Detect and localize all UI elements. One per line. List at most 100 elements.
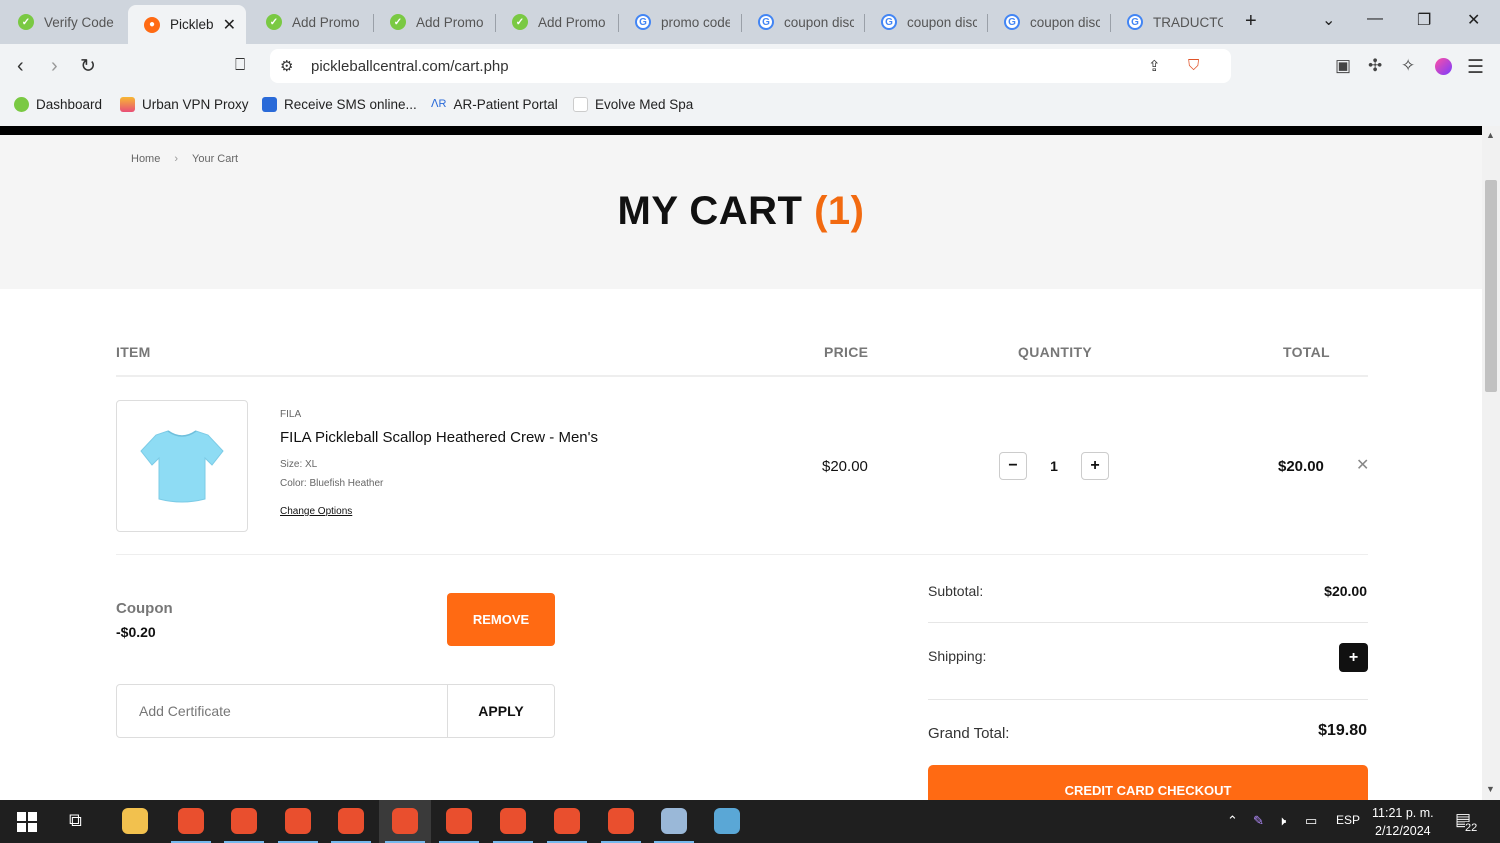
brave-profile-2-icon[interactable] xyxy=(231,808,257,834)
ar-portal-icon: ᐱR xyxy=(431,98,447,110)
bookmark-label: Evolve Med Spa xyxy=(595,97,694,112)
tab-traductor[interactable]: G TRADUCTOR xyxy=(1111,5,1233,39)
clock-date: 2/12/2024 xyxy=(1375,824,1431,838)
back-icon[interactable]: ‹ xyxy=(17,55,24,78)
breadcrumb-chevron-icon: › xyxy=(174,153,179,165)
brave-shield-icon[interactable]: ⛉ xyxy=(1188,57,1199,74)
extension-robot-icon[interactable]: ▣ xyxy=(1335,56,1351,76)
tab-title: Add Promo xyxy=(292,14,360,30)
system-clock[interactable]: 11:21 p. m. 2/12/2024 xyxy=(1372,804,1434,840)
tab-coupon-disc-2[interactable]: G coupon disc xyxy=(865,5,987,39)
bookmarks-bar: Dashboard Urban VPN Proxy Receive SMS on… xyxy=(0,90,1500,126)
file-explorer-icon[interactable] xyxy=(122,808,148,834)
tab-favicon-icon: ✓ xyxy=(512,14,528,30)
menu-icon[interactable]: ☰ xyxy=(1467,56,1484,79)
tab-title: Verify Code xyxy=(44,14,114,30)
remove-item-icon[interactable]: ✕ xyxy=(1356,455,1369,475)
reload-icon[interactable]: ↻ xyxy=(80,55,96,78)
speaker-muted-icon[interactable]: 🕨 xyxy=(1278,813,1286,829)
scroll-down-icon[interactable]: ▼ xyxy=(1486,784,1495,794)
windows-start-icon[interactable] xyxy=(17,812,37,832)
browser-toolbar: ‹ › ↻ ⎕ ⚙ pickleballcentral.com/cart.php… xyxy=(0,44,1500,90)
input-language[interactable]: ESP xyxy=(1336,813,1360,827)
forward-icon[interactable]: › xyxy=(51,55,58,78)
site-info-icon[interactable]: ⚙ xyxy=(280,57,293,75)
tab-add-promo-3[interactable]: ✓ Add Promo xyxy=(496,5,618,39)
cart-count: (1) xyxy=(814,189,865,233)
brave-profile-1-icon[interactable] xyxy=(178,808,204,834)
item-price: $20.00 xyxy=(822,458,868,475)
close-window-icon[interactable]: ✕ xyxy=(1467,10,1480,30)
pickleball-favicon-icon: ● xyxy=(144,16,160,33)
certificate-input[interactable] xyxy=(117,685,447,737)
tab-coupon-disc-3[interactable]: G coupon disc xyxy=(988,5,1110,39)
bookmark-receive-sms[interactable]: Receive SMS online... xyxy=(262,97,417,112)
contacts-app-icon[interactable] xyxy=(661,808,687,834)
tab-search-chevron-icon[interactable]: ⌄ xyxy=(1322,10,1335,30)
product-image[interactable] xyxy=(116,400,248,532)
remove-coupon-button[interactable]: REMOVE xyxy=(447,593,555,646)
google-favicon-icon: G xyxy=(758,14,774,30)
tab-add-promo-1[interactable]: ✓ Add Promo xyxy=(250,5,372,39)
subtotal-value: $20.00 xyxy=(1324,583,1367,599)
tab-verify-code[interactable]: ✓ Verify Code xyxy=(2,5,126,39)
quantity-value[interactable]: 1 xyxy=(1045,458,1063,474)
close-tab-icon[interactable]: ✕ xyxy=(217,15,236,35)
shipping-expand-button[interactable]: + xyxy=(1339,643,1368,672)
quantity-increase-button[interactable]: + xyxy=(1081,452,1109,480)
grand-total-value: $19.80 xyxy=(1318,722,1367,739)
task-view-icon[interactable]: ⧉ xyxy=(69,810,82,831)
page-scrollbar[interactable]: ▲ ▼ xyxy=(1482,126,1500,800)
divider xyxy=(928,622,1368,623)
brave-profile-3-icon[interactable] xyxy=(285,808,311,834)
tab-title: promo code xyxy=(661,14,730,30)
scroll-up-icon[interactable]: ▲ xyxy=(1486,130,1495,140)
product-name[interactable]: FILA Pickleball Scallop Heathered Crew -… xyxy=(280,429,598,446)
change-options-link[interactable]: Change Options xyxy=(280,506,352,517)
notepad-app-icon[interactable] xyxy=(714,808,740,834)
extensions-puzzle-icon[interactable]: ✣ xyxy=(1368,56,1382,76)
brave-profile-4-icon[interactable] xyxy=(338,808,364,834)
minimize-icon[interactable]: — xyxy=(1367,10,1383,28)
item-total: $20.00 xyxy=(1278,458,1324,475)
bookmark-evolve-med-spa[interactable]: Evolve Med Spa xyxy=(573,97,693,112)
tab-title: Pickleb xyxy=(170,17,214,32)
brave-profile-7-icon[interactable] xyxy=(500,808,526,834)
breadcrumb-home[interactable]: Home xyxy=(131,153,160,165)
credit-card-checkout-button[interactable]: CREDIT CARD CHECKOUT xyxy=(928,765,1368,800)
tab-title: Add Promo xyxy=(538,14,606,30)
brave-profile-8-icon[interactable] xyxy=(554,808,580,834)
show-hidden-icons-chevron-icon[interactable]: ⌃ xyxy=(1227,813,1238,829)
brave-profile-6-icon[interactable] xyxy=(446,808,472,834)
pen-icon[interactable]: ✎ xyxy=(1253,813,1264,829)
bookmark-urban-vpn[interactable]: Urban VPN Proxy xyxy=(120,97,249,112)
tab-favicon-icon: ✓ xyxy=(266,14,282,30)
windows-taskbar: ⧉ ⌃ ✎ 🕨 ▭ ESP 11:21 p. m. 2/12/2024 ▤ 22 xyxy=(0,800,1500,843)
leo-ai-icon[interactable]: ✧ xyxy=(1401,56,1415,76)
tab-coupon-disc-1[interactable]: G coupon disc xyxy=(742,5,864,39)
evolve-icon xyxy=(573,97,588,112)
tab-add-promo-2[interactable]: ✓ Add Promo xyxy=(374,5,494,39)
bookmark-label: Dashboard xyxy=(36,97,103,112)
address-bar[interactable]: ⚙ pickleballcentral.com/cart.php ⇪ ⛉ xyxy=(270,49,1231,83)
new-tab-icon[interactable]: + xyxy=(1245,10,1257,33)
bookmark-icon[interactable]: ⎕ xyxy=(235,55,245,75)
scroll-thumb[interactable] xyxy=(1485,180,1497,392)
tab-pickleball-active[interactable]: ● Pickleb ✕ xyxy=(128,5,246,44)
brave-profile-9-icon[interactable] xyxy=(608,808,634,834)
brave-profile-5-icon[interactable] xyxy=(392,808,418,834)
quantity-decrease-button[interactable]: − xyxy=(999,452,1027,480)
bookmark-dashboard[interactable]: Dashboard xyxy=(14,97,102,112)
bookmark-ar-patient[interactable]: ᐱR AR-Patient Portal xyxy=(431,97,558,112)
url-text: pickleballcentral.com/cart.php xyxy=(311,57,509,75)
share-icon[interactable]: ⇪ xyxy=(1148,57,1161,75)
restore-icon[interactable]: ❐ xyxy=(1417,10,1431,30)
apply-certificate-button[interactable]: APPLY xyxy=(447,685,554,737)
dashboard-icon xyxy=(14,97,29,112)
tab-promo-code[interactable]: G promo code xyxy=(619,5,740,39)
wallet-icon[interactable] xyxy=(1435,58,1452,75)
column-header-price: PRICE xyxy=(824,344,869,360)
header-bottom-bar xyxy=(0,126,1482,135)
battery-icon[interactable]: ▭ xyxy=(1305,813,1317,829)
tab-title: Add Promo xyxy=(416,14,484,30)
